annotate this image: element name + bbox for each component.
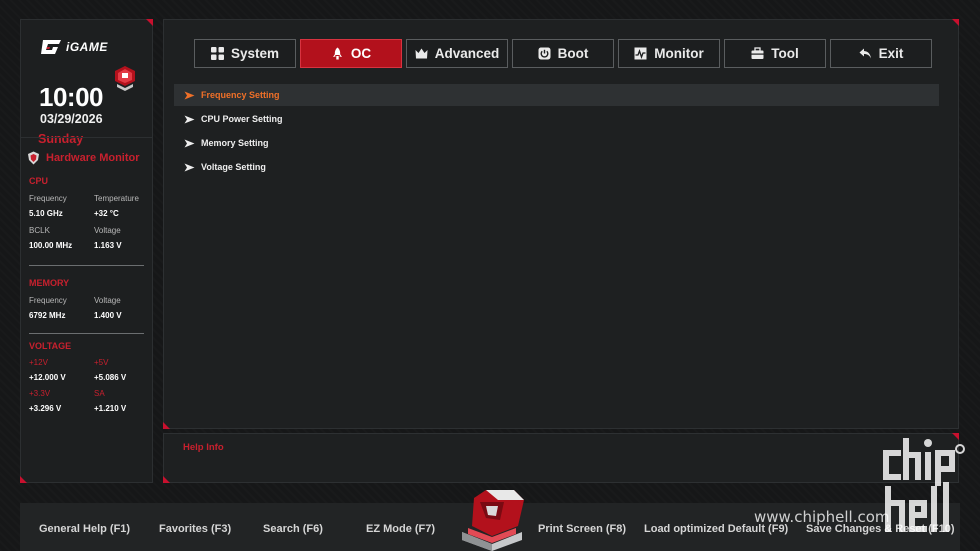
tab-system[interactable]: System (194, 39, 296, 68)
voltage-3v3: +3.3V +3.296 V (29, 389, 61, 413)
cpu-voltage: Voltage 1.163 V (94, 226, 122, 250)
clock-date: 03/29/2026 (40, 112, 103, 126)
memory-voltage: Voltage 1.400 V (94, 296, 122, 320)
favorites-button[interactable]: Favorites (F3) (159, 523, 231, 535)
clock-time: 10:00 (39, 82, 104, 112)
voltage-12v: +12V +12.000 V (29, 358, 66, 382)
cpu-frequency-label: Frequency (29, 194, 67, 203)
tab-advanced[interactable]: Advanced (406, 39, 508, 68)
power-icon (538, 47, 551, 60)
cpu-bclk: BCLK 100.00 MHz (29, 226, 72, 250)
brand-logo: iGAME (40, 38, 108, 56)
menu-item-label: Frequency Setting (201, 90, 280, 100)
tab-exit-label: Exit (878, 46, 904, 61)
main-tab-bar: System OC Advanced Boot Monitor Tool Exi… (194, 39, 932, 68)
section-divider (29, 333, 144, 334)
cpu-section-label: CPU (29, 176, 49, 186)
toolbox-icon (751, 47, 764, 59)
arrow-right-icon (184, 115, 195, 123)
menu-item-label: CPU Power Setting (201, 114, 283, 124)
memory-voltage-value: 1.400 V (94, 311, 122, 320)
corner-accent (146, 19, 153, 26)
tab-monitor[interactable]: Monitor (618, 39, 720, 68)
corner-accent (20, 476, 27, 483)
section-divider (29, 265, 144, 266)
arrow-right-icon (184, 91, 195, 99)
cpu-frequency: Frequency 5.10 GHz (29, 194, 67, 218)
menu-item-label: Memory Setting (201, 138, 269, 148)
voltage-12v-label: +12V (29, 358, 48, 367)
tab-tool[interactable]: Tool (724, 39, 826, 68)
voltage-5v-label: +5V (94, 358, 109, 367)
memory-section-label: MEMORY (29, 278, 70, 288)
memory-frequency-label: Frequency (29, 296, 67, 305)
corner-accent (952, 19, 959, 26)
watermark-text: www.chiphell.com (754, 508, 890, 526)
search-button[interactable]: Search (F6) (263, 523, 323, 535)
chiphell-watermark-logo (883, 438, 965, 532)
voltage-5v-value: +5.086 V (94, 373, 127, 382)
cpu-voltage-label: Voltage (94, 226, 121, 235)
grid-icon (210, 47, 224, 60)
voltage-3v3-value: +3.296 V (29, 404, 62, 413)
voltage-section-label: VOLTAGE (29, 341, 72, 351)
tab-boot[interactable]: Boot (512, 39, 614, 68)
voltage-sa-label: SA (94, 389, 105, 398)
arrow-right-icon (184, 163, 195, 171)
info-sidebar: iGAME 10:00 03/29/2026 Sunday Hardware M… (20, 19, 153, 483)
igame-logo-icon (41, 40, 61, 54)
igame-emblem-icon (115, 66, 135, 91)
cpu-temperature-label: Temperature (94, 194, 139, 203)
voltage-sa: SA +1.210 V (94, 389, 126, 413)
cpu-bclk-value: 100.00 MHz (29, 241, 73, 250)
cpu-temperature-value: +32 °C (94, 209, 119, 218)
voltage-5v: +5V +5.086 V (94, 358, 126, 382)
memory-voltage-label: Voltage (94, 296, 121, 305)
return-icon (859, 48, 871, 59)
tab-system-label: System (230, 46, 280, 61)
ez-mode-button[interactable]: EZ Mode (F7) (366, 523, 435, 535)
oc-settings-menu: Frequency Setting CPU Power Setting Memo… (174, 84, 939, 180)
arrow-right-icon (184, 139, 195, 147)
hardware-monitor-header: Hardware Monitor (27, 151, 140, 165)
pulse-icon (634, 47, 647, 60)
help-info-panel: Help Info (163, 433, 959, 483)
menu-item-voltage-setting[interactable]: Voltage Setting (174, 156, 939, 178)
corner-accent (163, 476, 170, 483)
voltage-sa-value: +1.210 V (94, 404, 127, 413)
cpu-bclk-label: BCLK (29, 226, 50, 235)
help-info-title: Help Info (183, 442, 224, 453)
tab-monitor-label: Monitor (654, 46, 704, 61)
tab-exit[interactable]: Exit (830, 39, 932, 68)
menu-item-label: Voltage Setting (201, 162, 266, 172)
shield-icon (28, 151, 39, 165)
menu-item-frequency-setting[interactable]: Frequency Setting (174, 84, 939, 106)
tab-oc-label: OC (350, 46, 372, 61)
cpu-voltage-value: 1.163 V (94, 241, 122, 250)
hardware-monitor-title: Hardware Monitor (46, 152, 140, 164)
tab-oc[interactable]: OC (300, 39, 402, 68)
rocket-icon (332, 47, 342, 60)
general-help-button[interactable]: General Help (F1) (39, 523, 130, 535)
voltage-12v-value: +12.000 V (29, 373, 66, 382)
sidebar-separator (21, 137, 152, 138)
tab-advanced-label: Advanced (434, 46, 500, 61)
tab-boot-label: Boot (557, 46, 589, 61)
main-content-panel: System OC Advanced Boot Monitor Tool Exi… (163, 19, 959, 429)
cpu-frequency-value: 5.10 GHz (29, 209, 63, 218)
brand-text: iGAME (66, 40, 108, 54)
memory-frequency: Frequency 6792 MHz (29, 296, 67, 320)
clock-day: Sunday (38, 132, 84, 146)
igame-emblem-icon (462, 490, 524, 551)
menu-item-cpu-power-setting[interactable]: CPU Power Setting (174, 108, 939, 130)
tab-tool-label: Tool (771, 46, 799, 61)
memory-frequency-value: 6792 MHz (29, 311, 66, 320)
voltage-3v3-label: +3.3V (29, 389, 51, 398)
print-screen-button[interactable]: Print Screen (F8) (538, 523, 626, 535)
cpu-temperature: Temperature +32 °C (94, 194, 139, 218)
menu-item-memory-setting[interactable]: Memory Setting (174, 132, 939, 154)
crown-icon (415, 48, 428, 59)
corner-accent (163, 422, 170, 429)
